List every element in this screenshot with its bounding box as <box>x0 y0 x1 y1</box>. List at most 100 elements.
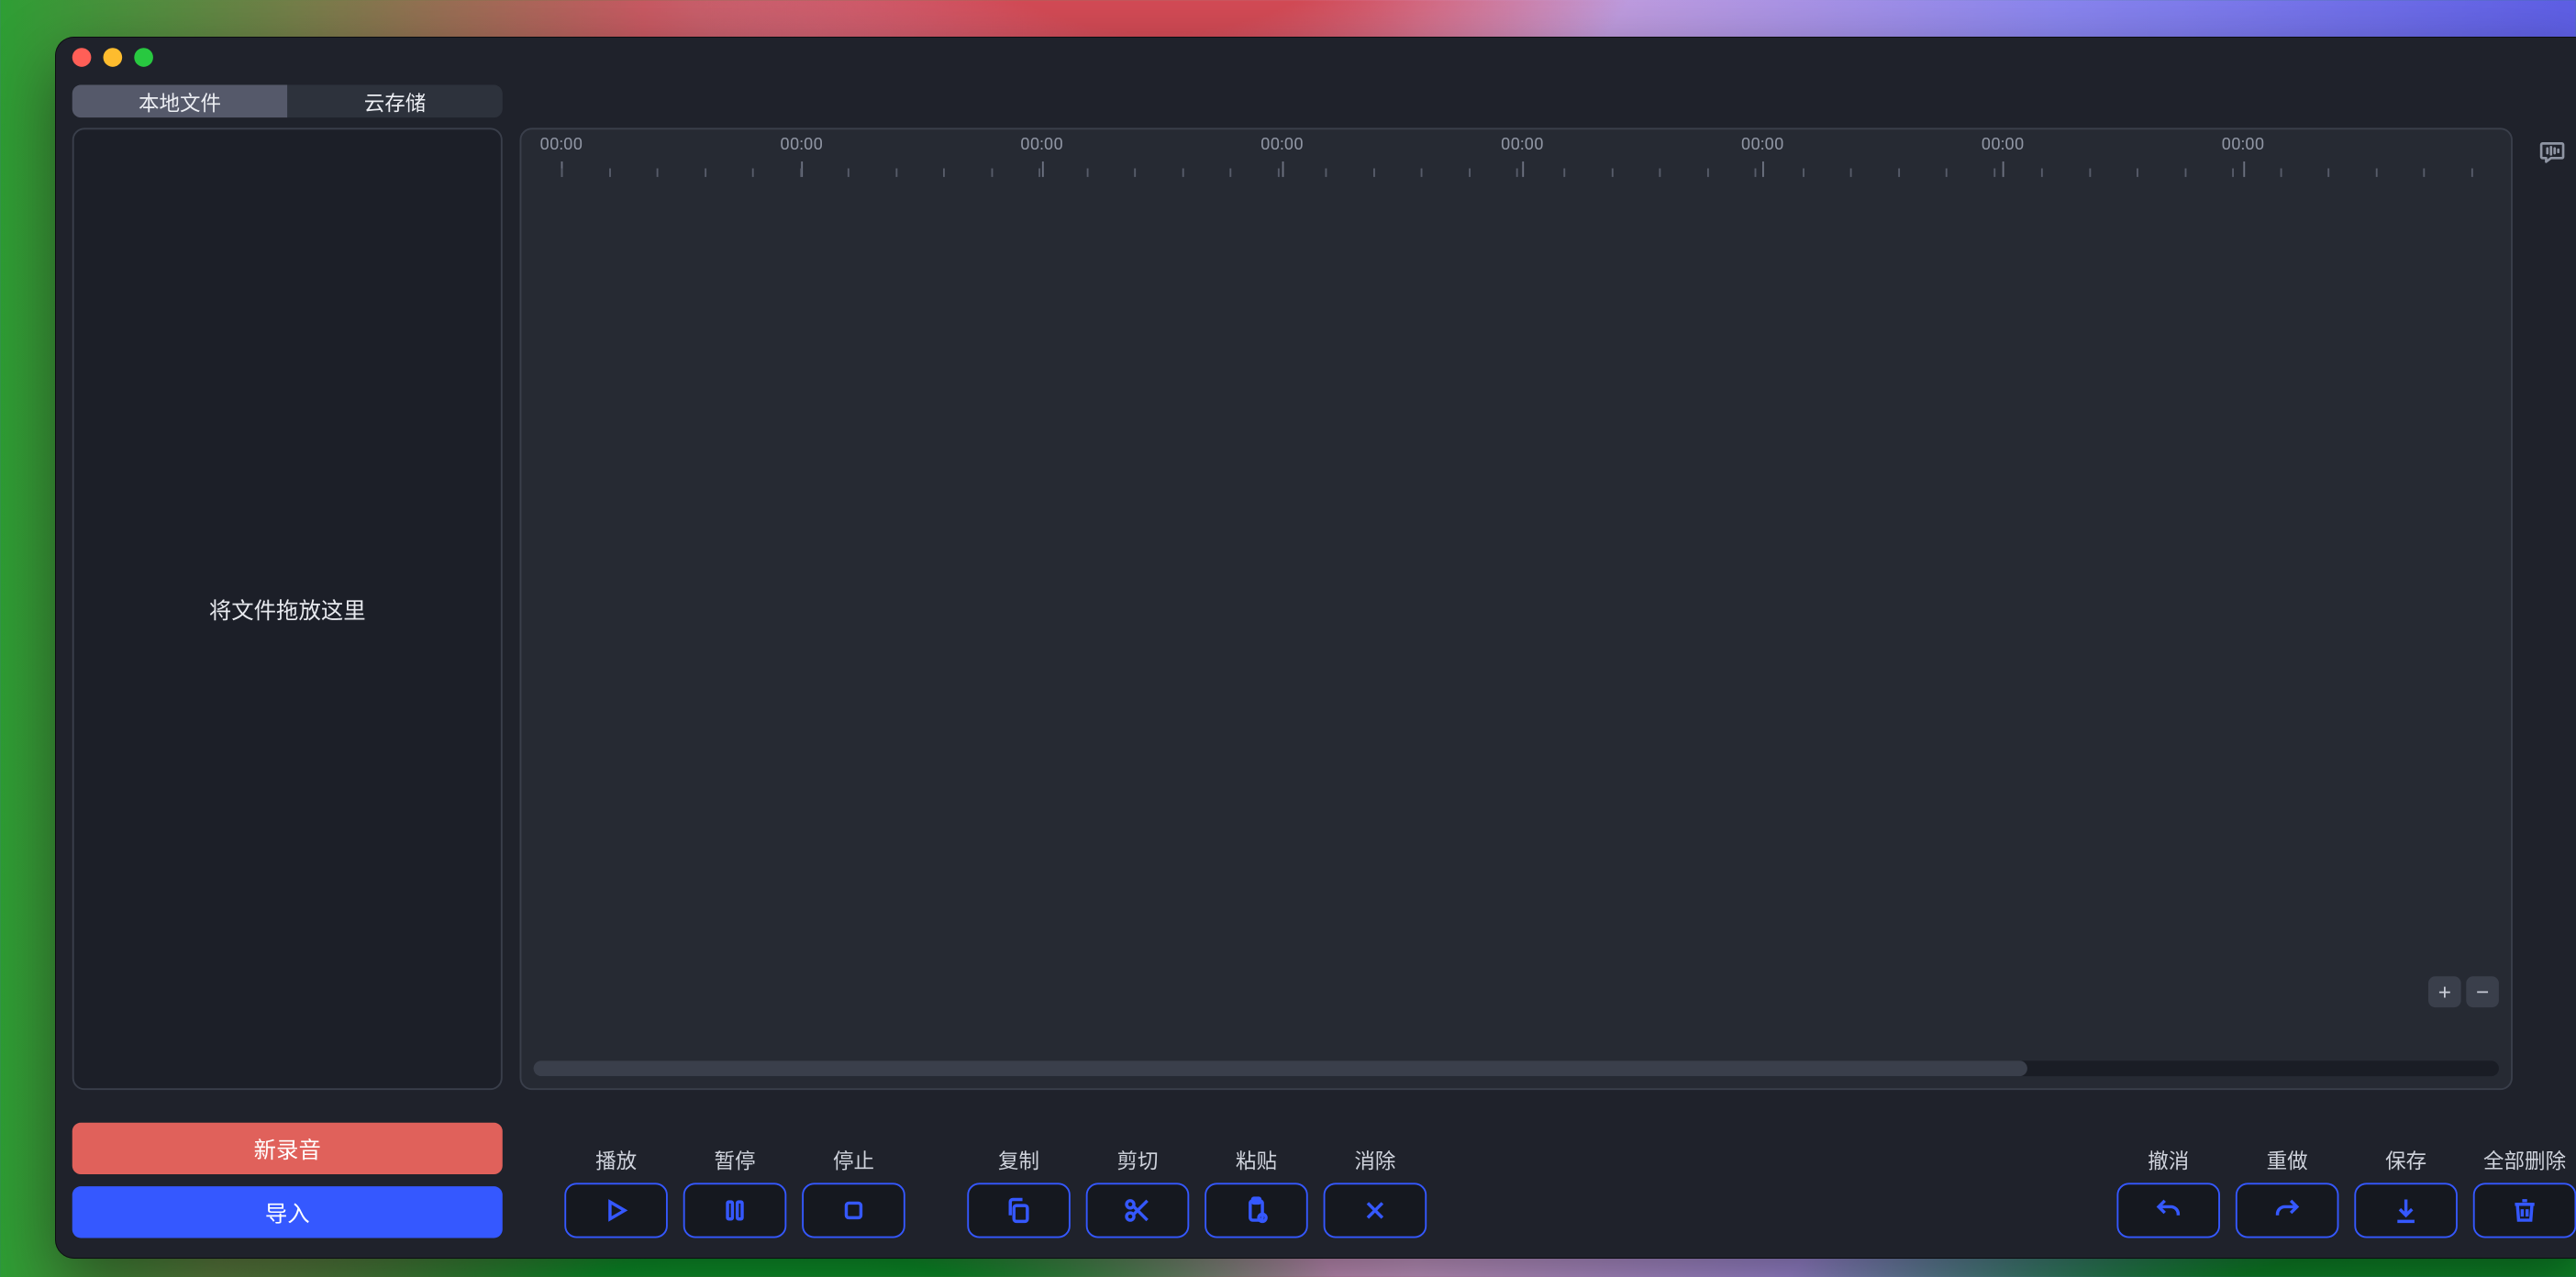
undo-icon <box>2154 1195 2183 1225</box>
ruler-time-label: 00:00 <box>1982 133 2025 154</box>
main-area: 00:0000:0000:0000:0000:0000:0000:0000:00… <box>520 128 2576 1090</box>
content-area: 将文件拖放这里 00:00 00:00 00:00 00:00 00:00 00:00 00… <box>55 128 2576 1106</box>
play-label: 播放 <box>595 1144 637 1174</box>
scrollbar-thumb[interactable] <box>534 1060 2027 1076</box>
ruler-minor-tick <box>657 169 659 177</box>
drop-hint-text: 将文件拖放这里 <box>209 593 366 625</box>
ruler-minor-tick <box>800 169 802 177</box>
cut-button[interactable] <box>1086 1183 1190 1238</box>
redo-icon <box>2272 1195 2302 1225</box>
zoom-out-button[interactable]: − <box>2466 976 2499 1007</box>
ruler-minor-tick <box>848 169 849 177</box>
pause-label: 暂停 <box>715 1144 756 1174</box>
paste-button[interactable] <box>1205 1183 1308 1238</box>
ruler-minor-tick <box>2424 169 2426 177</box>
maximize-window-button[interactable] <box>134 48 153 67</box>
ruler-minor-tick <box>1277 169 1279 177</box>
ruler-minor-tick <box>2137 169 2138 177</box>
tab-local-files[interactable]: 本地文件 <box>72 85 288 118</box>
ruler-minor-tick <box>1755 169 1757 177</box>
clear-label: 消除 <box>1354 1144 1395 1174</box>
ruler-minor-tick <box>1421 169 1423 177</box>
ruler-minor-tick <box>2280 169 2282 177</box>
ruler-time-label: 00:00 <box>1260 133 1304 154</box>
ruler-minor-tick <box>609 169 611 177</box>
scissors-icon <box>1123 1195 1152 1225</box>
ruler-minor-tick <box>1993 169 1995 177</box>
ruler-minor-tick <box>1469 169 1471 177</box>
stop-icon <box>839 1195 869 1225</box>
tab-cloud-storage[interactable]: 云存储 <box>287 85 503 118</box>
ruler-minor-tick <box>895 169 897 177</box>
paste-label: 粘贴 <box>1236 1144 1277 1174</box>
download-icon <box>2392 1195 2421 1225</box>
clear-button[interactable] <box>1324 1183 1427 1238</box>
stop-button[interactable] <box>802 1183 905 1238</box>
ruler-minor-tick <box>2328 169 2330 177</box>
ruler-minor-tick <box>1564 169 1566 177</box>
save-label: 保存 <box>2385 1144 2426 1174</box>
ruler-minor-tick <box>1707 169 1709 177</box>
waveform-comment-icon[interactable] <box>2533 133 2570 171</box>
ruler-time-label: 00:00 <box>1741 133 1784 154</box>
ruler-minor-tick <box>1612 169 1614 177</box>
ruler-minor-tick <box>1946 169 1948 177</box>
ruler-minor-tick <box>1850 169 1852 177</box>
ruler-major-tick <box>1042 161 1044 177</box>
ruler-time-label: 00:00 <box>1020 133 1063 154</box>
ruler-time-label: 00:00 <box>2222 133 2265 154</box>
sidebar-buttons-wrap: 新录音 导入 <box>72 1123 503 1238</box>
history-group: 撤消 重做 保存 全部删除 <box>2116 1144 2576 1238</box>
trash-icon <box>2510 1195 2539 1225</box>
bottom-toolbar: 新录音 导入 播放 暂停 停止 <box>55 1107 2576 1259</box>
save-button[interactable] <box>2354 1183 2458 1238</box>
timeline-scrollbar[interactable] <box>534 1060 2499 1076</box>
ruler-minor-tick <box>1086 169 1088 177</box>
ruler-minor-tick <box>2471 169 2473 177</box>
import-button[interactable]: 导入 <box>72 1186 503 1238</box>
ruler-major-tick <box>802 161 804 177</box>
right-toolbar <box>2528 128 2576 1090</box>
new-recording-button[interactable]: 新录音 <box>72 1123 503 1174</box>
ruler-minor-tick <box>705 169 706 177</box>
playback-group: 播放 暂停 停止 <box>564 1144 905 1238</box>
file-drop-zone[interactable]: 将文件拖放这里 <box>72 128 503 1090</box>
delete-all-label: 全部删除 <box>2483 1144 2566 1174</box>
play-icon <box>602 1195 631 1225</box>
ruler-minor-tick <box>1182 169 1183 177</box>
ruler-time-label: 00:00 <box>1501 133 1544 154</box>
zoom-in-button[interactable]: + <box>2428 976 2461 1007</box>
delete-all-button[interactable] <box>2473 1183 2576 1238</box>
ruler-major-tick <box>1762 161 1764 177</box>
ruler-minor-tick <box>1516 169 1518 177</box>
undo-button[interactable] <box>2116 1183 2220 1238</box>
redo-label: 重做 <box>2267 1144 2308 1174</box>
pause-icon <box>720 1195 749 1225</box>
clipboard-icon <box>1242 1195 1271 1225</box>
ruler-minor-tick <box>2376 169 2378 177</box>
x-icon <box>1360 1195 1390 1225</box>
timeline-track-area[interactable]: + − <box>521 178 2511 1052</box>
cut-label: 剪切 <box>1116 1144 1158 1174</box>
ruler-minor-tick <box>2041 169 2043 177</box>
pause-button[interactable] <box>683 1183 787 1238</box>
copy-icon <box>1005 1195 1034 1225</box>
play-button[interactable] <box>564 1183 668 1238</box>
ruler-major-tick <box>1282 161 1283 177</box>
close-window-button[interactable] <box>72 48 92 67</box>
ruler-minor-tick <box>1373 169 1375 177</box>
undo-label: 撤消 <box>2148 1144 2189 1174</box>
copy-button[interactable] <box>967 1183 1071 1238</box>
ruler-major-tick <box>2243 161 2245 177</box>
timeline-panel: 00:0000:0000:0000:0000:0000:0000:0000:00… <box>520 128 2513 1090</box>
timeline-ruler[interactable]: 00:0000:0000:0000:0000:0000:0000:0000:00 <box>521 129 2511 178</box>
copy-label: 复制 <box>998 1144 1039 1174</box>
minimize-window-button[interactable] <box>104 48 123 67</box>
ruler-minor-tick <box>2184 169 2186 177</box>
ruler-minor-tick <box>2232 169 2234 177</box>
window-controls <box>72 48 153 67</box>
redo-button[interactable] <box>2236 1183 2339 1238</box>
timeline-wrap: 00:0000:0000:0000:0000:0000:0000:0000:00… <box>520 128 2513 1090</box>
ruler-time-label: 00:00 <box>780 133 823 154</box>
ruler-minor-tick <box>752 169 754 177</box>
